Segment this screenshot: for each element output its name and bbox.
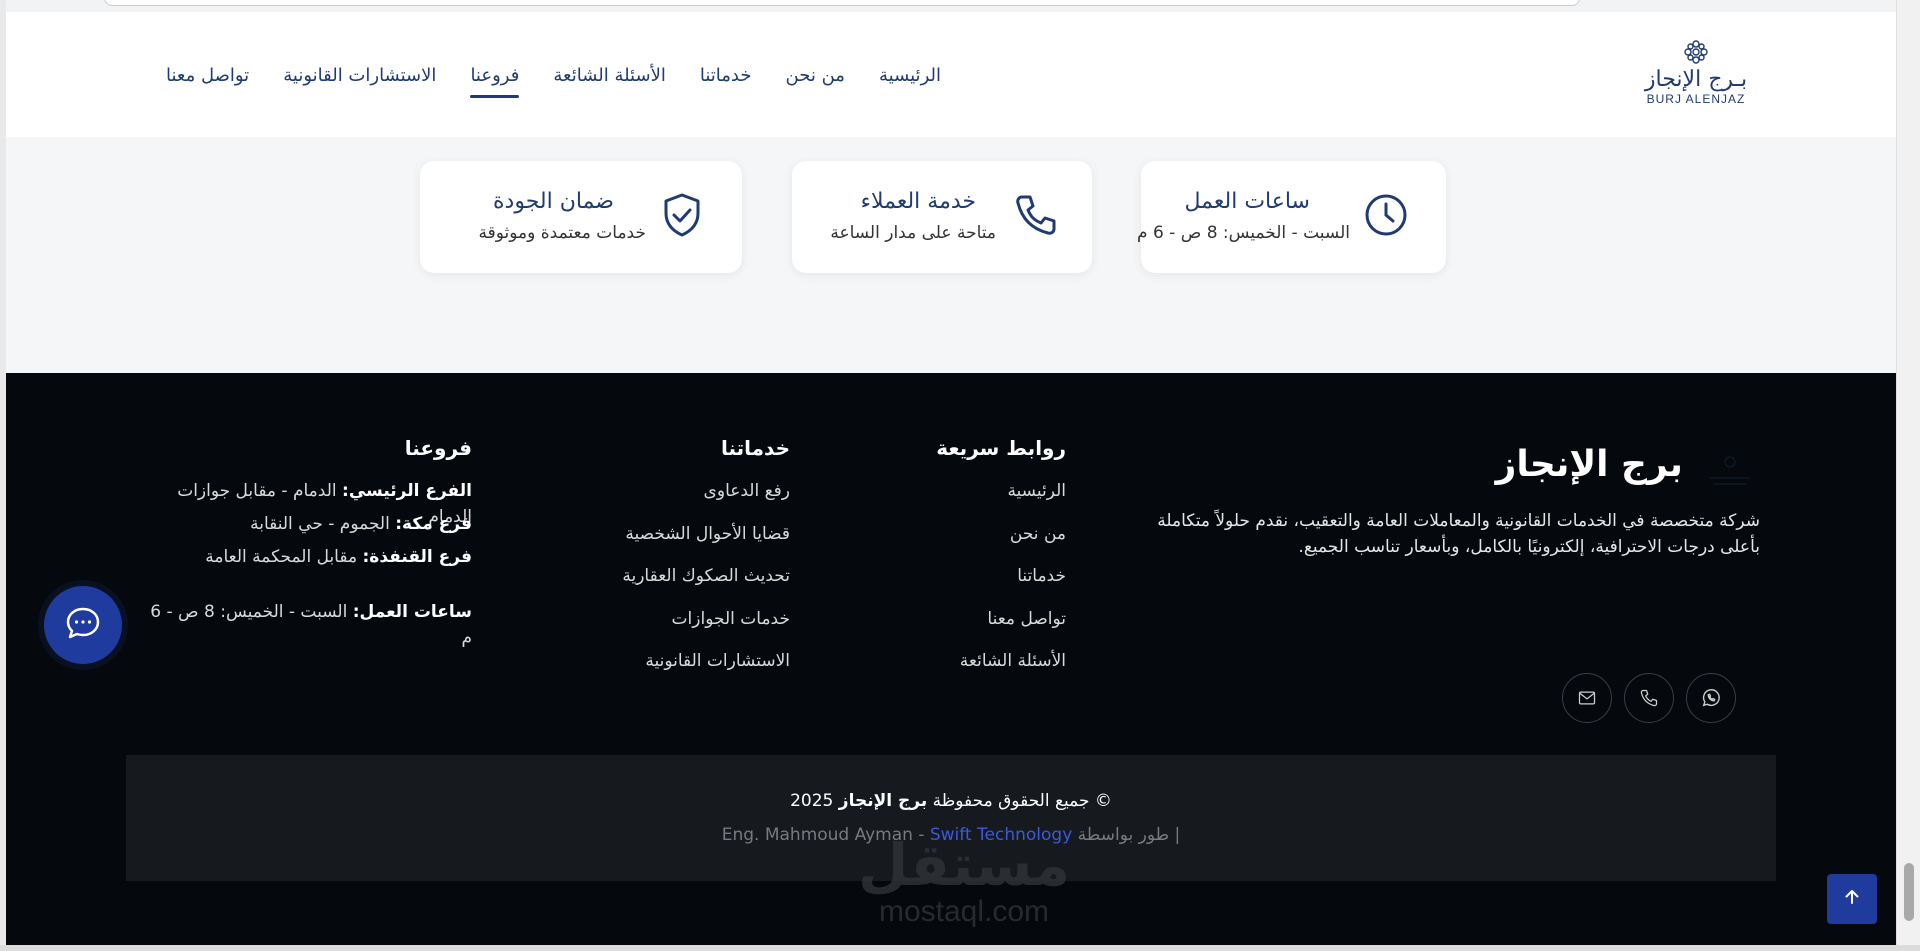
nav-branches[interactable]: فروعنا [470,59,519,98]
logo-flower-icon [1682,38,1710,66]
scroll-to-top-button[interactable] [1827,874,1877,924]
mostaql-watermark: مستقل mostaql.com [844,835,1084,929]
feature-card-hours: ساعات العمل السبت - الخميس: 8 ص - 6 م [1137,161,1446,273]
copyright-line: © جميع الحقوق محفوظة برج الإنجاز 2025 [126,791,1776,811]
browser-top-strip [0,0,1920,12]
main-nav: تواصل معنا الاستشارات القانونية فروعنا ا… [166,59,941,98]
branch-makkah: فرع مكة: الجموم - حي النقابة [142,511,472,544]
phone-icon[interactable] [1624,673,1674,723]
footer-quick-links: روابط سريعة الرئيسية من نحن خدماتنا تواص… [866,436,1066,691]
footer-service-consultations[interactable]: الاستشارات القانونية [530,648,790,691]
branch-label: فرع القنفذة: [362,547,472,567]
quick-links-title: روابط سريعة [936,436,1066,460]
logo-english-text: BURJ ALENJAZ [1646,92,1746,106]
copyright-year: 2025 [790,791,834,811]
footer-service-personal-status[interactable]: قضايا الأحوال الشخصية [530,521,790,564]
site-footer: برج الإنجاز شركة متخصصة في الخدمات القان… [6,373,1896,945]
footer-link-about[interactable]: من نحن [866,521,1066,564]
feature-card-quality: ضمان الجودة خدمات معتمدة وموثوقة [420,161,742,273]
email-icon[interactable] [1562,673,1612,723]
arrow-up-icon [1842,887,1862,911]
features-band: ساعات العمل السبت - الخميس: 8 ص - 6 م خد… [6,137,1896,373]
footer-brand-description: شركة متخصصة في الخدمات القانونية والمعام… [1157,510,1760,557]
footer-link-contact[interactable]: تواصل معنا [866,606,1066,649]
feature-subtitle: السبت - الخميس: 8 ص - 6 م [1137,223,1350,243]
feature-subtitle: خدمات معتمدة وموثوقة [478,223,646,243]
nav-faq[interactable]: الأسئلة الشائعة [553,59,665,92]
address-bar[interactable] [104,0,1580,6]
branches-title: فروعنا [404,436,472,460]
nav-services[interactable]: خدماتنا [700,59,752,92]
footer-branches: فروعنا الفرع الرئيسي: الدمام - مقابل جوا… [142,436,472,648]
page-scrollbar[interactable] [1896,0,1920,951]
footer-service-lawsuits[interactable]: رفع الدعاوى [530,478,790,521]
branch-hours: ساعات العمل: السبت - الخميس: 8 ص - 6 م [142,599,472,648]
footer-service-deeds[interactable]: تحديث الصكوك العقارية [530,563,790,606]
branch-label: فرع مكة: [395,514,472,534]
nav-contact[interactable]: تواصل معنا [166,59,249,92]
logo-arabic-text: بـرج الإنجاز [1644,67,1748,92]
footer-service-passports[interactable]: خدمات الجوازات [530,606,790,649]
watermark-english: mostaql.com [878,895,1050,928]
nav-legal-consultations[interactable]: الاستشارات القانونية [283,59,436,92]
watermark-arabic: مستقل [857,831,1071,899]
footer-brand: برج الإنجاز شركة متخصصة في الخدمات القان… [1130,443,1760,723]
whatsapp-icon[interactable] [1686,673,1736,723]
hours-label: ساعات العمل: [352,602,472,622]
nav-about[interactable]: من نحن [786,59,845,92]
branch-qunfudhah: فرع القنفذة: مقابل المحكمة العامة [142,544,472,577]
services-title: خدماتنا [720,436,790,460]
footer-services: خدماتنا رفع الدعاوى قضايا الأحوال الشخصي… [530,436,790,691]
footer-link-services[interactable]: خدماتنا [866,563,1066,606]
footer-brand-title: برج الإنجاز [1495,444,1683,485]
footer-link-home[interactable]: الرئيسية [866,478,1066,521]
feature-title: ضمان الجودة [493,189,614,214]
nav-home[interactable]: الرئيسية [879,59,941,92]
branch-value: مقابل المحكمة العامة [205,547,358,567]
copyright-brand: برج الإنجاز [838,791,928,811]
feature-title: ساعات العمل [1184,189,1310,214]
feature-card-support: خدمة العملاء متاحة على مدار الساعة [792,161,1092,273]
window-bottom-strip [0,945,1920,951]
branch-value: الجموم - حي النقابة [250,514,390,534]
branch-main: الفرع الرئيسي: الدمام - مقابل جوازات الد… [142,478,472,527]
copyright-prefix: © جميع الحقوق محفوظة [932,791,1112,811]
feature-subtitle: متاحة على مدار الساعة [830,223,996,243]
site-header: بـرج الإنجاز BURJ ALENJAZ تواصل معنا الا… [6,12,1896,137]
footer-link-faq[interactable]: الأسئلة الشائعة [866,648,1066,691]
site-logo[interactable]: بـرج الإنجاز BURJ ALENJAZ [1636,38,1756,118]
social-links [1562,673,1736,723]
phone-icon [1012,191,1060,239]
footer-logo-icon [1700,452,1760,492]
scrollbar-thumb[interactable] [1904,863,1914,921]
shield-check-icon [658,191,706,239]
chat-button[interactable] [44,586,122,664]
branch-label: الفرع الرئيسي: [342,481,472,501]
feature-title: خدمة العملاء [860,189,976,214]
chat-bubble-icon [63,603,103,647]
clock-icon [1362,191,1410,239]
